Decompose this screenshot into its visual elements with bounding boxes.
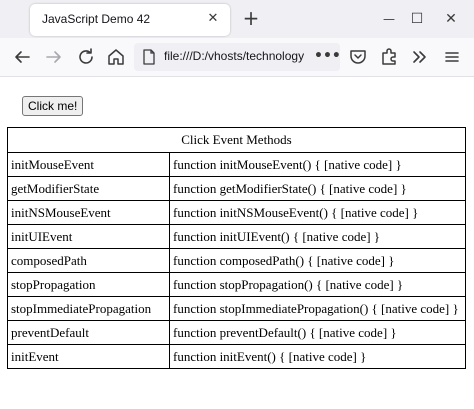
- table-row: preventDefault function preventDefault()…: [7, 320, 466, 345]
- method-name-cell: initUIEvent: [7, 224, 170, 249]
- method-name-cell: initNSMouseEvent: [7, 200, 170, 225]
- table-row: stopPropagation function stopPropagation…: [7, 272, 466, 297]
- method-name-cell: initMouseEvent: [7, 152, 170, 177]
- method-value-cell: function stopPropagation() { [native cod…: [169, 272, 466, 297]
- minimize-icon[interactable]: —: [378, 8, 400, 30]
- page-content: Click me! Click Event Methods initMouseE…: [0, 77, 474, 409]
- home-icon[interactable]: [104, 45, 128, 69]
- page-actions-icon[interactable]: •••: [314, 43, 340, 71]
- table-row: getModifierState function getModifierSta…: [7, 176, 466, 201]
- close-tab-icon[interactable]: ✕: [204, 10, 222, 28]
- method-name-cell: composedPath: [7, 248, 170, 273]
- close-window-icon[interactable]: ✕: [440, 8, 462, 30]
- forward-icon[interactable]: [42, 45, 66, 69]
- browser-window: JavaScript Demo 42 ✕ + — ☐ ✕ file:///D:/…: [0, 0, 474, 409]
- table-caption: Click Event Methods: [7, 127, 466, 153]
- new-tab-icon[interactable]: +: [240, 8, 262, 30]
- method-name-cell: stopPropagation: [7, 272, 170, 297]
- tab-strip: JavaScript Demo 42 ✕ + — ☐ ✕: [0, 0, 474, 38]
- table-row: initNSMouseEvent function initNSMouseEve…: [7, 200, 466, 225]
- method-name-cell: getModifierState: [7, 176, 170, 201]
- url-text: file:///D:/vhosts/technology: [164, 49, 305, 63]
- tab-javascript-demo[interactable]: JavaScript Demo 42 ✕: [30, 4, 230, 36]
- method-value-cell: function preventDefault() { [native code…: [169, 320, 466, 345]
- click-event-methods-table: Click Event Methods initMouseEvent funct…: [7, 127, 466, 369]
- file-icon: [142, 49, 156, 65]
- method-value-cell: function initNSMouseEvent() { [native co…: [169, 200, 466, 225]
- overflow-menu-icon[interactable]: [408, 45, 432, 69]
- extensions-icon[interactable]: [377, 45, 401, 69]
- method-value-cell: function composedPath() { [native code] …: [169, 248, 466, 273]
- click-me-button[interactable]: Click me!: [22, 96, 84, 116]
- method-value-cell: function getModifierState() { [native co…: [169, 176, 466, 201]
- method-value-cell: function initEvent() { [native code] }: [169, 344, 466, 369]
- back-icon[interactable]: [10, 45, 34, 69]
- method-value-cell: function initMouseEvent() { [native code…: [169, 152, 466, 177]
- pocket-icon[interactable]: [346, 45, 370, 69]
- table-row: initEvent function initEvent() { [native…: [7, 344, 466, 369]
- method-value-cell: function stopImmediatePropagation() { [n…: [169, 296, 466, 321]
- table-row: stopImmediatePropagation function stopIm…: [7, 296, 466, 321]
- navigation-toolbar: file:///D:/vhosts/technology •••: [0, 38, 474, 77]
- method-name-cell: initEvent: [7, 344, 170, 369]
- reload-icon[interactable]: [74, 45, 98, 69]
- tab-title: JavaScript Demo 42: [42, 12, 151, 26]
- table-row: initUIEvent function initUIEvent() { [na…: [7, 224, 466, 249]
- hamburger-menu-icon[interactable]: [440, 45, 464, 69]
- maximize-icon[interactable]: ☐: [406, 8, 428, 30]
- table-row: composedPath function composedPath() { […: [7, 248, 466, 273]
- method-value-cell: function initUIEvent() { [native code] }: [169, 224, 466, 249]
- method-name-cell: preventDefault: [7, 320, 170, 345]
- method-name-cell: stopImmediatePropagation: [7, 296, 170, 321]
- address-bar[interactable]: file:///D:/vhosts/technology •••: [134, 43, 340, 71]
- table-row: initMouseEvent function initMouseEvent()…: [7, 152, 466, 177]
